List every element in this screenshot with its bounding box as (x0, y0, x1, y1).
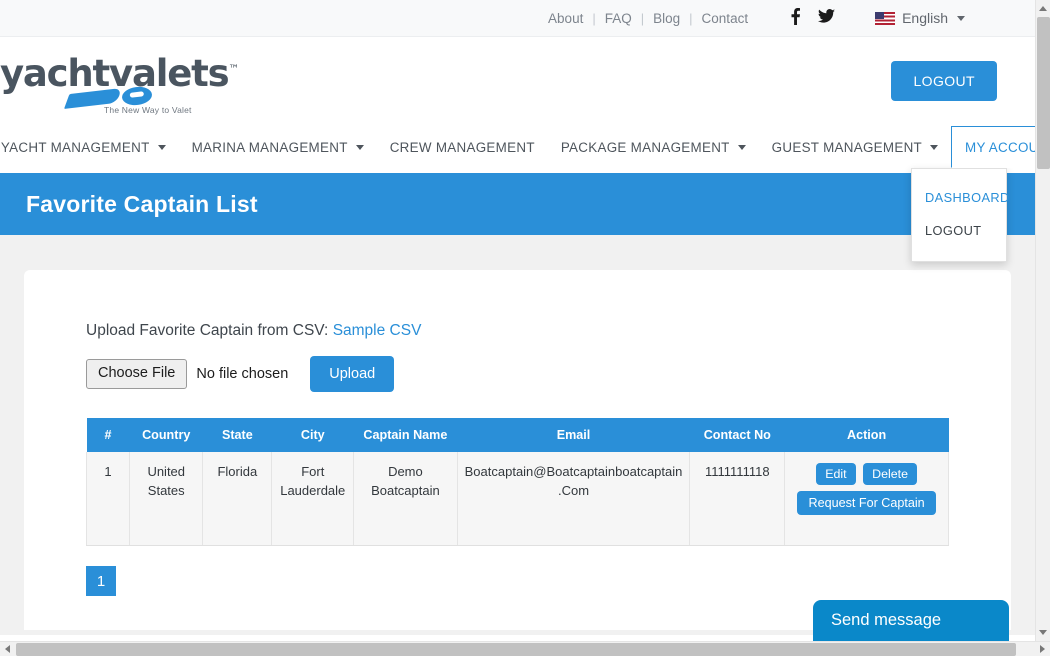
page-title: Favorite Captain List (26, 190, 258, 217)
nav-label: MARINA MANAGEMENT (191, 139, 348, 155)
cell-city: Fort Lauderdale (271, 452, 355, 546)
column-header-action: Action (784, 418, 949, 452)
nav-item-guest-management[interactable]: GUEST MANAGEMENT (759, 121, 951, 173)
chevron-down-icon (737, 144, 746, 150)
edit-button[interactable]: Edit (816, 463, 856, 485)
column-header-state: State (202, 418, 272, 452)
logout-button[interactable]: LOGOUT (891, 61, 997, 101)
horizontal-scrollbar[interactable] (0, 641, 1050, 656)
delete-button[interactable]: Delete (863, 463, 917, 485)
twitter-glyph (818, 9, 836, 23)
social-links (791, 7, 836, 29)
chevron-down-icon (930, 144, 939, 150)
pagination: 1 (86, 566, 949, 596)
send-message-chat-widget[interactable]: Send message (813, 600, 1009, 641)
table-header: # Country State City Captain Name Email … (86, 418, 949, 452)
column-header-email: Email (457, 418, 690, 452)
upload-instruction-text: Upload Favorite Captain from CSV: (86, 322, 329, 339)
vertical-scrollbar-thumb[interactable] (1037, 17, 1050, 169)
cell-action: Edit Delete Request For Captain (784, 452, 949, 546)
dropdown-item-logout[interactable]: LOGOUT (912, 214, 1006, 247)
upload-button[interactable]: Upload (310, 356, 395, 392)
twitter-icon[interactable] (818, 9, 836, 27)
request-for-captain-button[interactable]: Request For Captain (797, 491, 936, 515)
nav-item-package-management[interactable]: PACKAGE MANAGEMENT (548, 121, 759, 173)
favorite-captain-table: # Country State City Captain Name Email … (85, 418, 949, 546)
topbar-links: About | FAQ | Blog | Contact (539, 11, 757, 26)
scroll-left-arrow-icon[interactable] (5, 645, 10, 653)
scroll-up-arrow-icon[interactable] (1039, 6, 1047, 11)
scroll-right-arrow-icon[interactable] (1040, 645, 1045, 653)
facebook-glyph (791, 7, 801, 25)
table-header-row: # Country State City Captain Name Email … (86, 418, 949, 452)
chat-widget-label: Send message (831, 611, 942, 629)
sample-csv-link[interactable]: Sample CSV (333, 322, 422, 339)
table-body: 1 United States Florida Fort Lauderdale … (85, 452, 949, 546)
topbar-link-faq[interactable]: FAQ (596, 11, 641, 26)
dropdown-item-dashboard[interactable]: DASHBOARD (912, 181, 1009, 214)
nav-label: CREW MANAGEMENT (389, 139, 535, 155)
logo-text: yachtvalets™ (0, 55, 239, 92)
nav-item-crew-management[interactable]: CREW MANAGEMENT (377, 121, 548, 173)
nav-item-yacht-management[interactable]: YACHT MANAGEMENT (0, 121, 179, 173)
cell-email: Boatcaptain@Boatcaptainboatcaptain.Com (457, 452, 691, 546)
browser-viewport: About | FAQ | Blog | Contact English yac… (0, 0, 1050, 656)
nav-label: YACHT MANAGEMENT (0, 139, 150, 155)
page-content: About | FAQ | Blog | Contact English yac… (0, 0, 1035, 641)
pagination-page-1[interactable]: 1 (86, 566, 116, 596)
utility-topbar: About | FAQ | Blog | Contact English (0, 0, 1035, 37)
column-header-index: # (86, 418, 130, 452)
language-selector[interactable]: English (875, 10, 965, 26)
cell-contact-no: 1111111118 (689, 452, 786, 546)
column-header-country: Country (129, 418, 203, 452)
vertical-scrollbar[interactable] (1035, 0, 1050, 641)
content-background: Upload Favorite Captain from CSV: Sample… (0, 235, 1035, 635)
site-header: yachtvalets™ The New Way to Valet LOGOUT (0, 37, 1035, 121)
nav-item-my-account[interactable]: MY ACCOUNT (951, 126, 1035, 168)
file-upload-row: Choose File No file chosen Upload (86, 356, 949, 392)
chevron-down-icon (157, 144, 166, 150)
nav-label: MY ACCOUNT (965, 139, 1035, 155)
cell-state: Florida (202, 452, 273, 546)
language-label: English (902, 10, 948, 26)
content-card: Upload Favorite Captain from CSV: Sample… (24, 270, 1011, 630)
column-header-contact-no: Contact No (689, 418, 785, 452)
column-header-city: City (271, 418, 354, 452)
column-header-captain-name: Captain Name (353, 418, 458, 452)
scroll-down-arrow-icon[interactable] (1039, 630, 1047, 635)
page-title-banner: Favorite Captain List (0, 173, 1035, 235)
logo-tagline: The New Way to Valet (104, 105, 192, 115)
main-navigation: YACHT MANAGEMENT MARINA MANAGEMENT CREW … (0, 121, 1035, 262)
file-name-text: No file chosen (196, 366, 289, 382)
chevron-down-icon (355, 144, 364, 150)
choose-file-button[interactable]: Choose File (86, 359, 188, 389)
us-flag-icon (875, 11, 896, 25)
upload-instruction: Upload Favorite Captain from CSV: Sample… (86, 322, 949, 340)
cell-index: 1 (85, 452, 131, 546)
nav-label: PACKAGE MANAGEMENT (560, 139, 730, 155)
nav-label: GUEST MANAGEMENT (771, 139, 923, 155)
topbar-link-blog[interactable]: Blog (644, 11, 689, 26)
horizontal-scrollbar-thumb[interactable] (16, 643, 1016, 656)
cell-country: United States (129, 452, 204, 546)
topbar-link-contact[interactable]: Contact (693, 11, 758, 26)
table-row: 1 United States Florida Fort Lauderdale … (85, 452, 949, 546)
facebook-icon[interactable] (791, 7, 801, 29)
cell-captain-name: Demo Boatcaptain (353, 452, 458, 546)
my-account-dropdown: DASHBOARD LOGOUT (911, 168, 1009, 262)
logo[interactable]: yachtvalets™ The New Way to Valet (0, 51, 239, 115)
logo-trademark: ™ (228, 62, 240, 76)
nav-item-marina-management[interactable]: MARINA MANAGEMENT (179, 121, 377, 173)
topbar-link-about[interactable]: About (539, 11, 592, 26)
chevron-down-icon (957, 15, 965, 21)
